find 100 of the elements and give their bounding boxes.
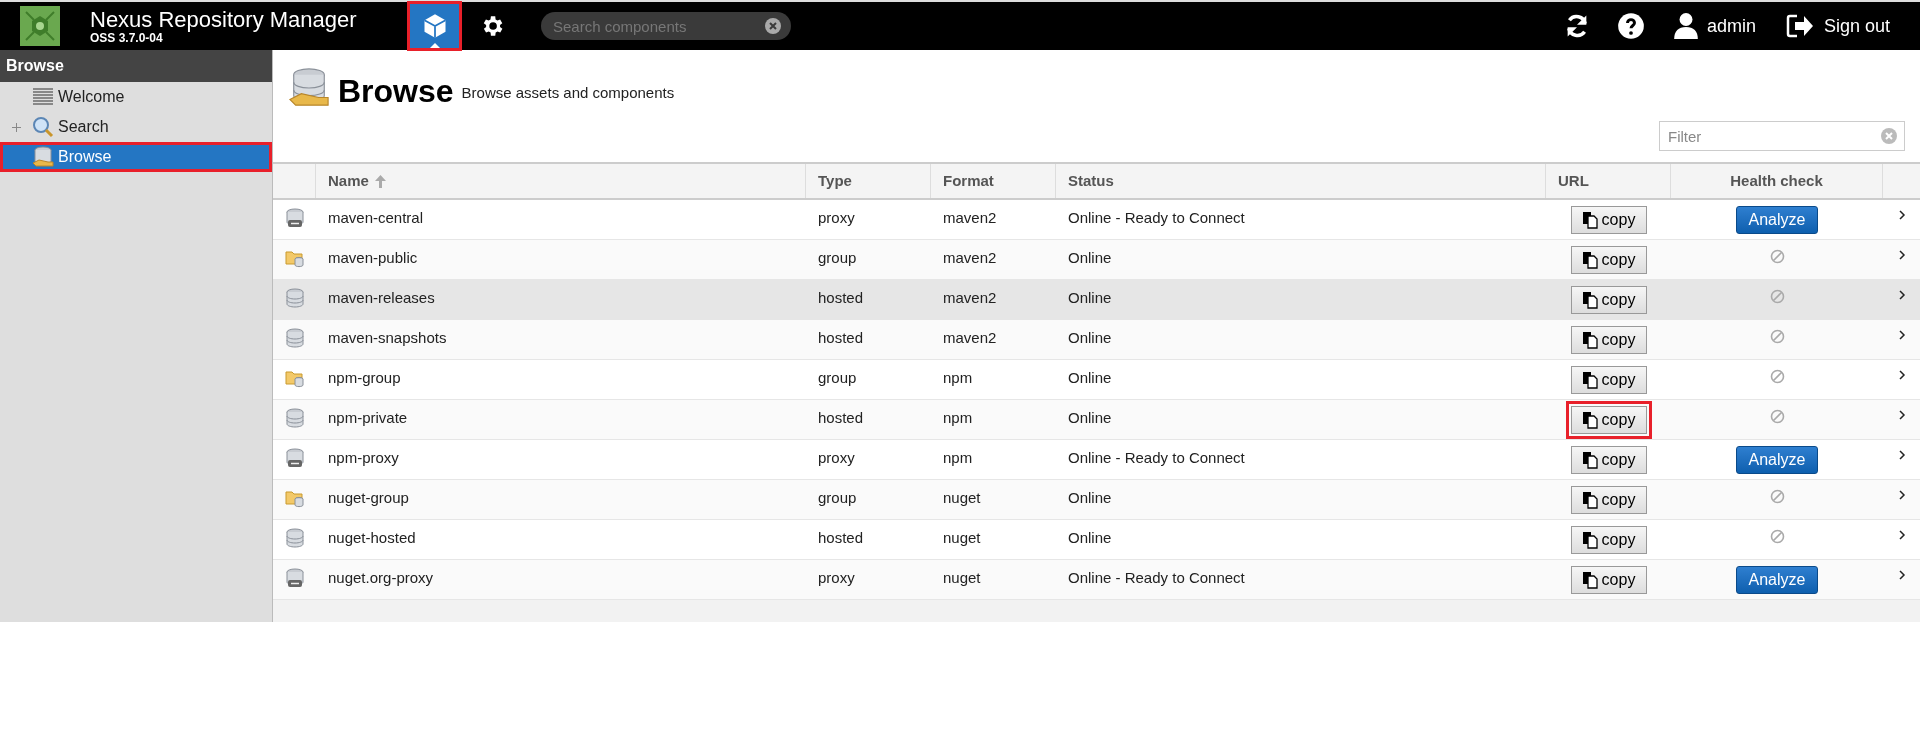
copy-button[interactable]: copy: [1570, 565, 1647, 594]
table-cell: group: [818, 369, 857, 386]
table-cell: nuget: [943, 529, 981, 546]
copy-icon: [1581, 250, 1598, 269]
analyze-button[interactable]: Analyze: [1735, 445, 1819, 474]
copy-button[interactable]: copy: [1570, 445, 1647, 474]
table-row[interactable]: maven-releases hosted maven2 Online copy: [273, 280, 1920, 320]
table-cell: Online: [1068, 369, 1112, 386]
unavailable-icon: [1769, 529, 1785, 544]
sign-out-button[interactable]: Sign out: [1785, 12, 1890, 40]
unavailable-icon: [1769, 249, 1785, 264]
chevron-right-icon[interactable]: [1897, 449, 1906, 461]
column-header[interactable]: URL: [1546, 164, 1671, 198]
column-header[interactable]: Format: [931, 164, 1056, 198]
copy-icon: [1581, 290, 1598, 309]
chevron-right-icon[interactable]: [1897, 529, 1906, 541]
table-cell: nuget-hosted: [328, 529, 416, 546]
table-cell: group: [818, 489, 857, 506]
table-cell: nuget: [943, 489, 981, 506]
table-row[interactable]: npm-private hosted npm Online copy: [273, 400, 1920, 440]
folder-database-icon: [284, 488, 305, 508]
chevron-right-icon[interactable]: [1897, 489, 1906, 501]
copy-button[interactable]: copy: [1570, 245, 1647, 274]
unavailable-icon: [1769, 369, 1785, 384]
copy-icon: [1581, 570, 1598, 589]
table-cell: maven2: [943, 289, 997, 306]
table-cell: npm: [943, 449, 973, 466]
table-cell: maven2: [943, 329, 997, 346]
copy-button[interactable]: copy: [1570, 325, 1647, 354]
database-icon: [32, 146, 54, 168]
database-icon: [284, 288, 305, 308]
table-cell: Online: [1068, 409, 1112, 426]
copy-icon: [1581, 450, 1598, 469]
sidebar-item[interactable]: Browse: [0, 142, 272, 172]
copy-icon: [1581, 370, 1598, 389]
table-cell: npm: [943, 369, 973, 386]
chevron-right-icon[interactable]: [1897, 329, 1906, 341]
filter-field[interactable]: Filter: [1659, 121, 1905, 151]
copy-button[interactable]: copy: [1570, 485, 1647, 514]
chevron-right-icon[interactable]: [1897, 209, 1906, 221]
database-link-icon: [284, 568, 305, 588]
copy-button[interactable]: copy: [1570, 285, 1647, 314]
unavailable-icon: [1769, 329, 1785, 344]
database-icon: [284, 408, 305, 428]
table-cell: hosted: [818, 529, 864, 546]
database-link-icon: [284, 208, 305, 228]
table-cell: npm: [943, 409, 973, 426]
sidebar-item[interactable]: Search: [0, 112, 272, 142]
chevron-right-icon[interactable]: [1897, 249, 1906, 261]
table-cell: maven2: [943, 209, 997, 226]
page-title: Browse: [338, 72, 454, 110]
copy-button[interactable]: copy: [1570, 405, 1647, 434]
unavailable-icon: [1769, 409, 1785, 424]
logo-icon: [20, 6, 60, 46]
table-cell: hosted: [818, 409, 864, 426]
copy-button[interactable]: copy: [1570, 525, 1647, 554]
copy-button[interactable]: copy: [1570, 205, 1647, 234]
copy-icon: [1581, 410, 1598, 429]
help-button[interactable]: [1616, 12, 1645, 40]
sign-out-icon: [1785, 14, 1814, 38]
column-header[interactable]: Type: [806, 164, 931, 198]
table-cell: nuget: [943, 569, 981, 586]
table-row[interactable]: nuget.org-proxy proxy nuget Online - Ready to Connect copy Analyze: [273, 560, 1920, 600]
analyze-button[interactable]: Analyze: [1735, 565, 1819, 594]
table-cell: Online: [1068, 529, 1112, 546]
table-cell: proxy: [818, 209, 855, 226]
chevron-right-icon[interactable]: [1897, 289, 1906, 301]
table-row[interactable]: maven-snapshots hosted maven2 Online copy: [273, 320, 1920, 360]
table-cell: hosted: [818, 289, 864, 306]
clear-icon[interactable]: [765, 18, 781, 34]
table-cell: Online - Ready to Connect: [1068, 569, 1245, 586]
table-cell: nuget-group: [328, 489, 409, 506]
column-header[interactable]: Health check: [1671, 164, 1883, 198]
sidebar-item[interactable]: Welcome: [0, 82, 272, 112]
search-field[interactable]: Search components: [541, 12, 791, 40]
user-button[interactable]: admin: [1672, 12, 1756, 40]
folder-database-icon: [284, 368, 305, 388]
table-cell: Online - Ready to Connect: [1068, 209, 1245, 226]
expand-icon[interactable]: [11, 122, 21, 132]
table-cell: Online: [1068, 249, 1112, 266]
chevron-right-icon[interactable]: [1897, 409, 1906, 421]
column-header[interactable]: Status: [1056, 164, 1546, 198]
table-cell: npm-proxy: [328, 449, 399, 466]
column-header[interactable]: Name: [316, 164, 806, 198]
chevron-right-icon[interactable]: [1897, 569, 1906, 581]
copy-icon: [1581, 210, 1598, 229]
table-cell: npm-group: [328, 369, 401, 386]
copy-icon: [1581, 490, 1598, 509]
table-row[interactable]: nuget-group group nuget Online copy: [273, 480, 1920, 520]
copy-button[interactable]: copy: [1570, 365, 1647, 394]
sort-ascending-icon: [374, 174, 386, 188]
table-row[interactable]: maven-public group maven2 Online copy: [273, 240, 1920, 280]
database-icon: [284, 528, 305, 548]
table-cell: maven-central: [328, 209, 424, 226]
analyze-button[interactable]: Analyze: [1735, 205, 1819, 234]
list-icon: [32, 87, 54, 107]
chevron-right-icon[interactable]: [1897, 369, 1906, 381]
folder-database-icon: [284, 248, 305, 268]
unavailable-icon: [1769, 489, 1785, 504]
table-cell: hosted: [818, 329, 864, 346]
